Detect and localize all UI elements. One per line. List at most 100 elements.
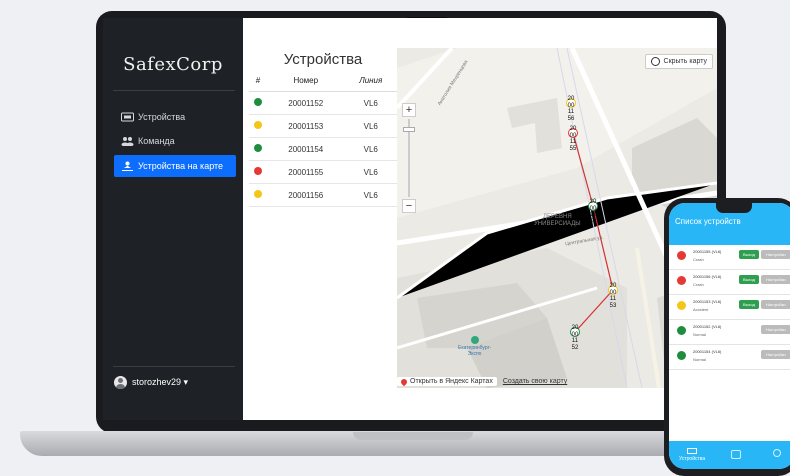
phone-header: Список устройств (669, 203, 790, 245)
table-row[interactable]: 20001156 VL6 (249, 183, 397, 207)
laptop-base-notch (353, 432, 473, 440)
device-status: Accident (693, 307, 709, 312)
zoom-in-button[interactable]: + (402, 103, 416, 117)
status-dot (254, 190, 262, 198)
list-item[interactable]: 20001154 (VL6) Normal Настройки (669, 345, 790, 370)
device-number: 20001152 (267, 91, 345, 115)
device-status: Normal (693, 357, 706, 362)
devices-panel: Устройства # Номер Линия 20001152 VL6 2000… (249, 18, 397, 420)
sidebar-item-label: Устройства на карте (138, 161, 224, 171)
column-header: Линия (344, 69, 397, 92)
status-cell (249, 160, 267, 184)
status-dot (254, 121, 262, 129)
marker-label: 20 00 11 53 (609, 283, 617, 309)
device-number: 20001153 (267, 114, 345, 138)
phone-device-list: 20001155 (VL6) Crash Выход Настройки 2000115… (669, 245, 790, 370)
column-header: Номер (267, 69, 345, 92)
phone-tab-bar: Устройства (669, 441, 790, 469)
settings-button[interactable]: Настройки (761, 325, 790, 334)
avatar (114, 376, 127, 389)
status-dot (677, 301, 686, 310)
device-id: 20001156 (VL6) (693, 274, 722, 279)
laptop-frame: SafexCorp Устройства Команда Устройства … (96, 11, 726, 433)
sidebar-item-label: Устройства (138, 112, 186, 122)
status-cell (249, 114, 267, 138)
settings-button[interactable]: Настройки (761, 350, 790, 359)
device-line: VL6 (344, 160, 397, 184)
sidebar-divider (113, 90, 235, 91)
pin-icon (399, 377, 409, 386)
zoom-control: + − (402, 103, 416, 213)
team-icon (121, 137, 134, 146)
exit-button[interactable]: Выход (739, 300, 759, 309)
page-title: Устройства (283, 51, 363, 68)
phone-screen: Список устройств 20001155 (VL6) Crash Выхо… (669, 203, 790, 469)
laptop-screen: SafexCorp Устройства Команда Устройства … (103, 18, 717, 420)
radio-icon (650, 57, 660, 66)
device-number: 20001156 (267, 183, 345, 207)
device-number: 20001155 (267, 160, 345, 184)
devices-table: # Номер Линия 20001152 VL6 20001153 VL6 2000… (249, 69, 397, 207)
device-line: VL6 (344, 183, 397, 207)
status-dot (254, 167, 262, 175)
sidebar-item-devices[interactable]: Устройства (114, 106, 236, 128)
status-cell (249, 183, 267, 207)
marker-label: 20 00 11 52 (571, 325, 579, 351)
device-status: Crash (693, 257, 704, 262)
device-line: VL6 (344, 114, 397, 138)
settings-button[interactable]: Настройки (761, 250, 790, 259)
laptop-base (20, 431, 710, 456)
sidebar-item-devices-on-map[interactable]: Устройства на карте (114, 155, 236, 177)
settings-button[interactable]: Настройки (761, 300, 790, 309)
zoom-slider-handle[interactable] (403, 127, 415, 132)
marker-label: 20 00 11 55 (569, 126, 577, 152)
user-menu[interactable]: storozhev29 ▾ (114, 376, 188, 389)
device-icon (121, 112, 134, 122)
list-item[interactable]: 20001153 (VL6) Accident Выход Настройки (669, 295, 790, 320)
sidebar-item-label: Команда (138, 136, 175, 146)
tab-profile-icon[interactable] (773, 449, 781, 457)
exhibition-icon (470, 336, 479, 344)
phone-title: Список устройств (675, 217, 741, 226)
device-status: Crash (693, 282, 704, 287)
hide-map-toggle[interactable]: Скрыть карту (644, 54, 713, 69)
app-logo: SafexCorp (123, 54, 223, 75)
exit-button[interactable]: Выход (739, 250, 759, 259)
table-row[interactable]: 20001155 VL6 (249, 160, 397, 184)
status-dot (254, 98, 262, 106)
status-dot (677, 276, 686, 285)
settings-button[interactable]: Настройки (761, 275, 790, 284)
list-item[interactable]: 20001155 (VL6) Crash Выход Настройки (669, 245, 790, 270)
device-id: 20001155 (VL6) (693, 249, 722, 254)
district-label: ДЕРЕВНЯ УНИВЕРСИАДЫ (534, 214, 581, 227)
list-item[interactable]: 20001156 (VL6) Crash Выход Настройки (669, 270, 790, 295)
device-icon (687, 448, 698, 454)
sidebar-divider (113, 366, 235, 367)
tab-map-icon[interactable] (731, 450, 741, 459)
username: storozhev29 ▾ (132, 377, 189, 387)
list-item[interactable]: 20001152 (VL6) Normal Настройки (669, 320, 790, 345)
table-header: # Номер Линия (249, 69, 397, 92)
sidebar-item-team[interactable]: Команда (114, 130, 236, 152)
expo-label: Екатеринбург- Экспо (458, 336, 491, 357)
column-header: # (249, 69, 267, 92)
map-pin-person-icon (122, 161, 133, 171)
table-row[interactable]: 20001154 VL6 (249, 137, 397, 161)
status-dot (677, 326, 686, 335)
device-number: 20001154 (267, 137, 345, 161)
tab-devices[interactable]: Устройства (679, 448, 705, 462)
open-yandex-button[interactable]: Открыть в Яндекс Картах (397, 377, 497, 386)
status-cell (249, 91, 267, 115)
exit-button[interactable]: Выход (739, 275, 759, 284)
marker-label: 20 00 11 52 (589, 199, 597, 225)
zoom-out-button[interactable]: − (402, 199, 416, 213)
create-map-link[interactable]: Создать свою карту (503, 378, 567, 385)
device-status: Normal (693, 332, 706, 337)
table-row[interactable]: 20001152 VL6 (249, 91, 397, 115)
status-dot (677, 251, 686, 260)
device-line: VL6 (344, 91, 397, 115)
phone-frame: Список устройств 20001155 (VL6) Crash Выхо… (664, 198, 790, 476)
table-row[interactable]: 20001153 VL6 (249, 114, 397, 138)
status-dot (254, 144, 262, 152)
sidebar: SafexCorp Устройства Команда Устройства … (103, 18, 243, 420)
